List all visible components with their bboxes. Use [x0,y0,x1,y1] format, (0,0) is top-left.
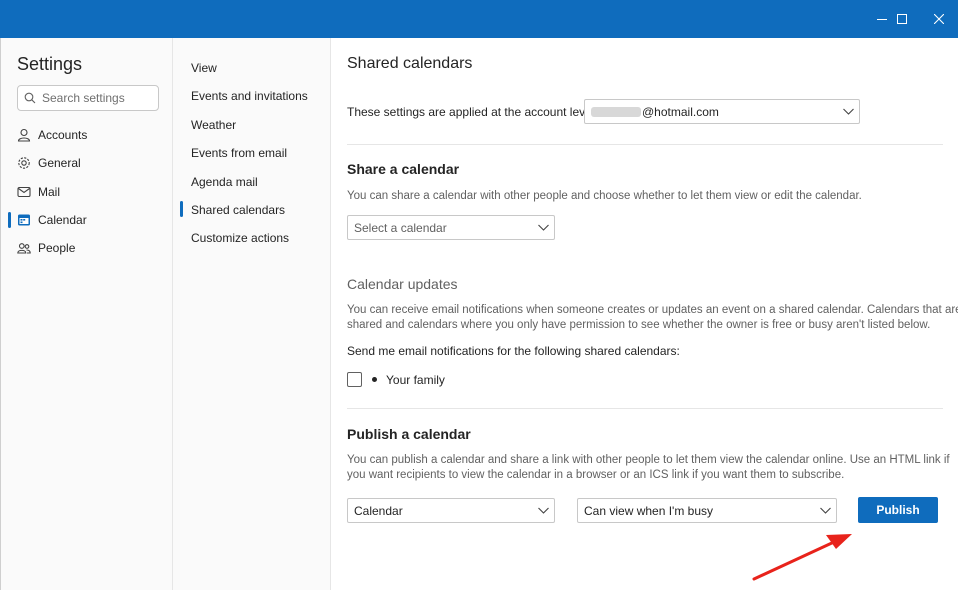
share-calendar-select[interactable]: Select a calendar [347,215,555,240]
account-select[interactable]: @hotmail.com [584,99,860,124]
send-notifications-label: Send me email notifications for the foll… [347,344,680,358]
publish-button[interactable]: Publish [858,497,938,523]
main-content: Shared calendars These settings are appl… [331,38,958,590]
settings-window: Settings Accounts General [0,38,958,590]
subnav-item-view[interactable]: View [191,61,217,75]
subnav-item-events-and-invitations[interactable]: Events and invitations [191,89,308,103]
calendar-subnav: View Events and invitations Weather Even… [173,38,331,590]
search-icon [24,92,36,104]
publish-permission-select[interactable]: Can view when I'm busy [577,498,837,523]
active-indicator [180,201,183,217]
account-value: @hotmail.com [642,104,719,119]
subnav-item-events-from-email[interactable]: Events from email [191,146,287,160]
active-indicator [8,212,11,228]
chevron-down-icon [819,507,831,514]
people-icon [17,243,31,254]
title-bar [0,0,958,38]
maximize-icon [897,14,907,24]
sidebar-item-people[interactable]: People [17,238,75,258]
subnav-item-customize-actions[interactable]: Customize actions [191,231,289,245]
your-family-label: Your family [386,373,445,387]
search-input[interactable] [42,91,152,105]
calendar-icon [18,214,30,226]
person-icon [17,128,31,142]
sidebar-item-label: General [38,156,81,170]
redacted-account-name [591,107,641,118]
chevron-down-icon [842,108,854,115]
mail-icon [17,186,31,198]
gear-icon [18,157,30,169]
publish-section-title: Publish a calendar [347,426,471,442]
publish-permission-select-value: Can view when I'm busy [584,503,714,518]
updates-section-title: Calendar updates [347,276,458,292]
settings-sidebar: Settings Accounts General [0,38,173,590]
sidebar-item-calendar[interactable]: Calendar [17,210,87,230]
page-title: Shared calendars [347,55,473,72]
divider [347,144,943,145]
sidebar-item-accounts[interactable]: Accounts [17,125,87,145]
subnav-item-weather[interactable]: Weather [191,118,236,132]
maximize-button[interactable] [883,0,921,38]
calendar-color-dot [372,377,377,382]
chevron-down-icon [537,507,549,514]
account-level-label: These settings are applied at the accoun… [347,105,598,119]
updates-description-line2: shared and calendars where you only have… [347,319,931,331]
your-family-checkbox[interactable] [347,372,362,387]
publish-calendar-select-value: Calendar [354,503,403,518]
sidebar-item-label: Accounts [38,128,88,142]
share-calendar-select-value: Select a calendar [354,220,447,235]
search-box[interactable] [17,85,159,111]
settings-title: Settings [17,54,83,74]
close-button[interactable] [920,0,958,38]
divider [347,408,943,409]
subnav-item-shared-calendars[interactable]: Shared calendars [191,203,285,217]
sidebar-item-label: Calendar [38,213,87,227]
subnav-item-agenda-mail[interactable]: Agenda mail [191,175,258,189]
sidebar-item-general[interactable]: General [17,153,81,173]
publish-description-line2: you want recipients to view the calendar… [347,469,845,481]
publish-calendar-select[interactable]: Calendar [347,498,555,523]
sidebar-item-label: People [38,241,76,255]
close-icon [934,14,944,24]
sidebar-item-label: Mail [38,185,61,199]
share-section-title: Share a calendar [347,161,460,177]
sidebar-item-mail[interactable]: Mail [17,182,60,202]
share-description: You can share a calendar with other peop… [347,190,862,202]
chevron-down-icon [537,224,549,231]
